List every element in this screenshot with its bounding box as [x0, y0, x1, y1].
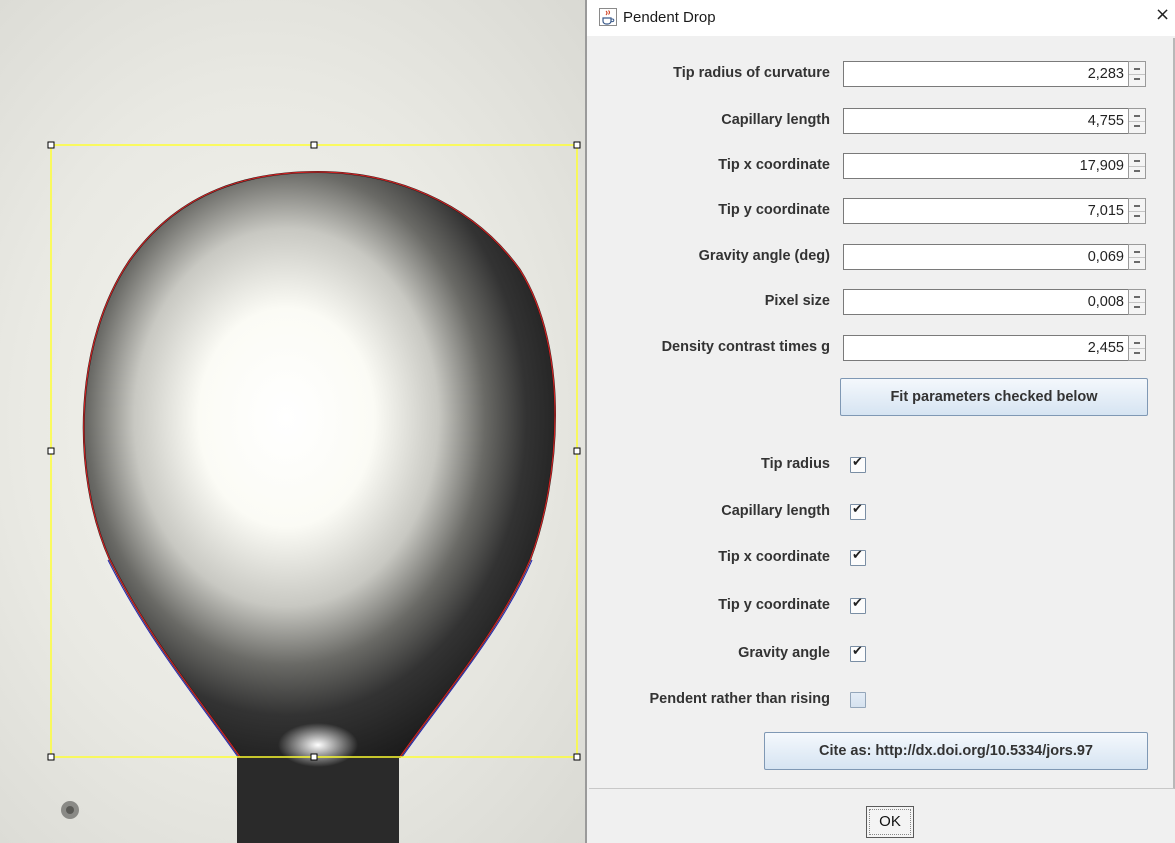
- dialog-border: [585, 0, 587, 843]
- ok-button[interactable]: OK: [866, 806, 914, 838]
- spinner-value: 7,015: [1087, 203, 1124, 219]
- spinner-label: Capillary length: [721, 112, 830, 128]
- spinner-value: 2,455: [1087, 340, 1124, 356]
- checkbox-row-gravity-angle: Gravity angle ✔: [589, 641, 1173, 669]
- fit-parameters-button[interactable]: Fit parameters checked below: [840, 378, 1148, 416]
- neck-glow: [278, 723, 358, 767]
- checkbox-label: Tip x coordinate: [718, 549, 830, 565]
- capillary-length-checkbox[interactable]: ✔: [850, 502, 866, 520]
- tip-radius-spinner[interactable]: 2,283: [843, 61, 1149, 87]
- tip-y-checkbox[interactable]: ✔: [850, 596, 866, 614]
- spinner-row-gravity-angle: Gravity angle (deg) 0,069: [589, 242, 1173, 272]
- checkmark-icon: ✔: [852, 644, 863, 659]
- spinner-down-icon[interactable]: [1129, 211, 1145, 223]
- drop: [82, 170, 556, 758]
- tip-radius-checkbox[interactable]: ✔: [850, 455, 866, 473]
- spinner-arrows[interactable]: [1128, 289, 1146, 315]
- spinner-value: 4,755: [1087, 113, 1124, 129]
- spinner-row-tip-radius: Tip radius of curvature 2,283: [589, 59, 1173, 89]
- pendent-rather-than-rising-checkbox[interactable]: [850, 692, 866, 708]
- spinner-down-icon[interactable]: [1129, 302, 1145, 314]
- spinner-arrows[interactable]: [1128, 108, 1146, 134]
- spinner-down-icon[interactable]: [1129, 348, 1145, 360]
- spinner-label: Tip y coordinate: [718, 202, 830, 218]
- dialog-content: Tip radius of curvature 2,283 Capillary …: [589, 38, 1175, 789]
- spinner-field[interactable]: 2,455: [843, 335, 1129, 361]
- spinner-value: 2,283: [1087, 66, 1124, 82]
- checkmark-icon: ✔: [852, 596, 863, 611]
- spinner-arrows[interactable]: [1128, 198, 1146, 224]
- spinner-label: Density contrast times g: [661, 339, 830, 355]
- spinner-value: 0,008: [1087, 294, 1124, 310]
- checkbox-row-tip-y: Tip y coordinate ✔: [589, 593, 1173, 621]
- cite-button[interactable]: Cite as: http://dx.doi.org/10.5334/jors.…: [764, 732, 1148, 770]
- checkbox-row-capillary-length: Capillary length ✔: [589, 499, 1173, 527]
- spinner-down-icon[interactable]: [1129, 74, 1145, 86]
- checkbox-label: Gravity angle: [738, 645, 830, 661]
- checkbox-row-pendent: Pendent rather than rising: [589, 687, 1173, 715]
- checkbox-row-tip-x: Tip x coordinate ✔: [589, 545, 1173, 573]
- spinner-label: Tip x coordinate: [718, 157, 830, 173]
- spinner-down-icon[interactable]: [1129, 257, 1145, 269]
- checkbox-label: Capillary length: [721, 503, 830, 519]
- ok-label: OK: [879, 813, 901, 830]
- checkbox-label: Tip y coordinate: [718, 597, 830, 613]
- spinner-arrows[interactable]: [1128, 153, 1146, 179]
- capillary-length-spinner[interactable]: 4,755: [843, 108, 1149, 134]
- spinner-field[interactable]: 17,909: [843, 153, 1129, 179]
- spinner-label: Pixel size: [764, 293, 830, 309]
- gravity-angle-checkbox[interactable]: ✔: [850, 644, 866, 662]
- spinner-arrows[interactable]: [1128, 244, 1146, 270]
- checkmark-icon: ✔: [852, 548, 863, 563]
- tip-x-spinner[interactable]: 17,909: [843, 153, 1149, 179]
- checkmark-icon: ✔: [852, 502, 863, 517]
- drop-image-canvas[interactable]: [0, 0, 585, 843]
- title-bar[interactable]: Pendent Drop ×: [587, 0, 1175, 36]
- spinner-arrows[interactable]: [1128, 61, 1146, 87]
- spinner-arrows[interactable]: [1128, 335, 1146, 361]
- spinner-label: Gravity angle (deg): [698, 248, 830, 264]
- checkmark-icon: ✔: [852, 455, 863, 470]
- pendent-drop-dialog: Pendent Drop × Tip radius of curvature 2…: [585, 0, 1175, 843]
- spinner-value: 17,909: [1079, 158, 1124, 174]
- java-cup-icon: [599, 8, 617, 26]
- spinner-row-capillary-length: Capillary length 4,755: [589, 106, 1173, 136]
- spinner-field[interactable]: 0,069: [843, 244, 1129, 270]
- drop-image: [47, 141, 581, 843]
- gravity-angle-spinner[interactable]: 0,069: [843, 244, 1149, 270]
- needle: [237, 757, 399, 843]
- spinner-down-icon[interactable]: [1129, 166, 1145, 178]
- spinner-row-pixel-size: Pixel size 0,008: [589, 287, 1173, 317]
- spinner-row-tip-y: Tip y coordinate 7,015: [589, 196, 1173, 226]
- spinner-field[interactable]: 7,015: [843, 198, 1129, 224]
- dialog-title: Pendent Drop: [623, 9, 716, 26]
- spinner-row-tip-x: Tip x coordinate 17,909: [589, 151, 1173, 181]
- spinner-label: Tip radius of curvature: [673, 65, 830, 81]
- spinner-value: 0,069: [1087, 249, 1124, 265]
- spinner-field[interactable]: 0,008: [843, 289, 1129, 315]
- checkbox-row-tip-radius: Tip radius ✔: [589, 452, 1173, 480]
- density-contrast-spinner[interactable]: 2,455: [843, 335, 1149, 361]
- spinner-field[interactable]: 4,755: [843, 108, 1129, 134]
- checkbox-label: Pendent rather than rising: [649, 691, 830, 707]
- tip-x-checkbox[interactable]: ✔: [850, 548, 866, 566]
- tip-y-spinner[interactable]: 7,015: [843, 198, 1149, 224]
- spinner-field[interactable]: 2,283: [843, 61, 1129, 87]
- spinner-down-icon[interactable]: [1129, 121, 1145, 133]
- checkbox-label: Tip radius: [760, 456, 830, 472]
- close-icon[interactable]: ×: [1155, 4, 1175, 28]
- pixel-size-spinner[interactable]: 0,008: [843, 289, 1149, 315]
- spinner-row-density-contrast: Density contrast times g 2,455: [589, 333, 1173, 363]
